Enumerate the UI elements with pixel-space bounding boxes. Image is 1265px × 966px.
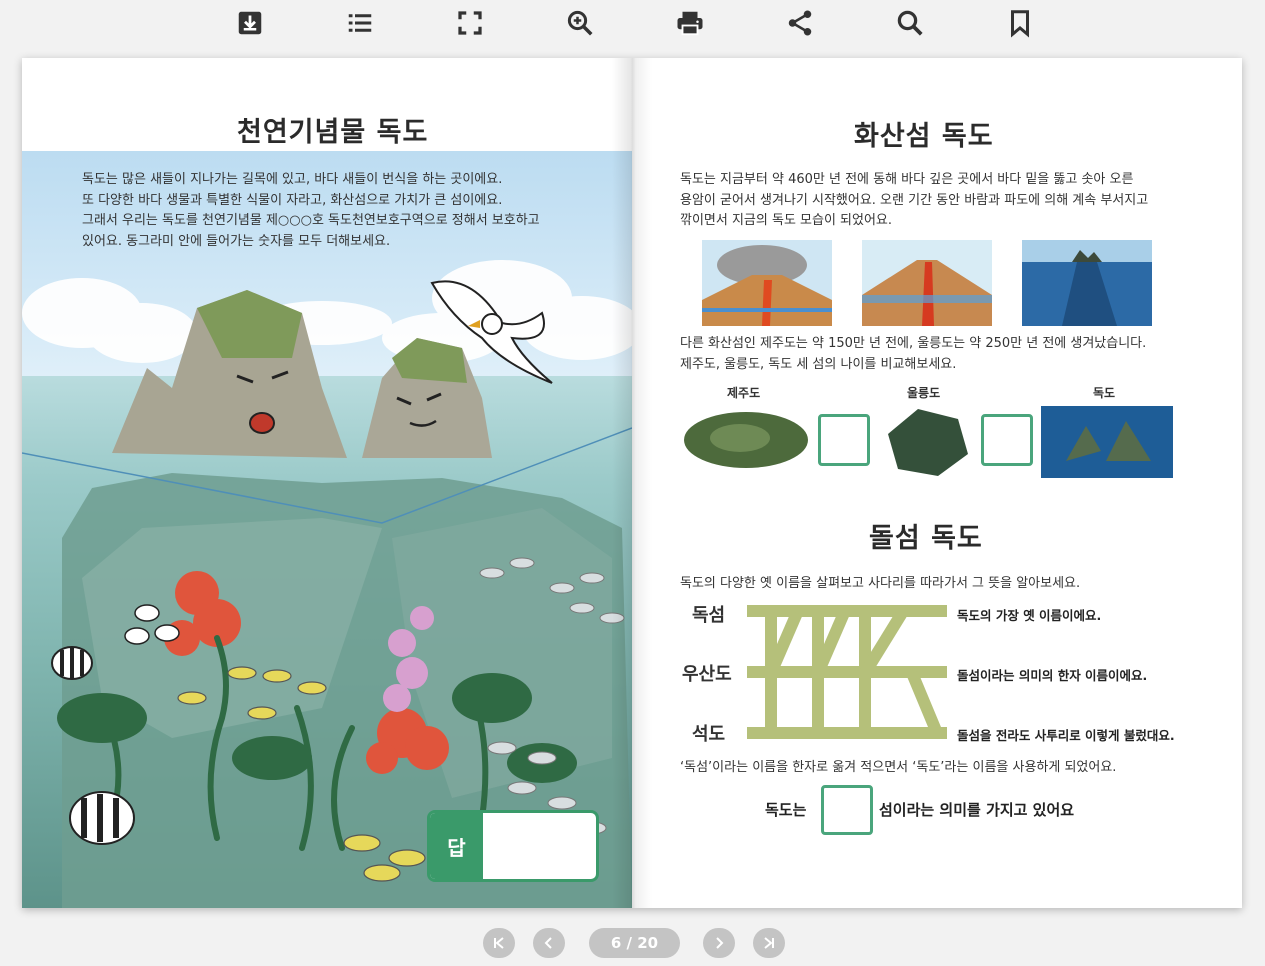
ladder-name-usando: 우산도 <box>682 664 732 685</box>
left-page: 천연기념물 독도 독도는 많은 새들이 지나가는 길목에 있고, 바다 새들이 … <box>22 58 632 908</box>
chevron-left-icon <box>544 937 552 949</box>
ladder-desc-1: 독도의 가장 옛 이름이에요. <box>957 608 1102 623</box>
paragraph-line: 다른 화산섬인 제주도는 약 150만 년 전에, 울릉도는 약 250만 년 … <box>680 336 1147 351</box>
final-sentence-suffix: 섬이라는 의미를 가지고 있어요 <box>879 801 1075 819</box>
paragraph-line: 독도는 많은 새들이 지나가는 길목에 있고, 바다 새들이 번식을 하는 곳이… <box>82 172 503 187</box>
table-of-contents-icon[interactable] <box>343 6 377 40</box>
paragraph-line: 그래서 우리는 독도를 천연기념물 제○○○호 독도천연보호구역으로 정해서 보… <box>82 213 540 228</box>
island-underwater-illustration <box>1022 240 1152 326</box>
dokdo-island-image <box>1041 406 1173 478</box>
island-label-jeju: 제주도 <box>727 386 761 400</box>
next-page-button[interactable] <box>703 928 735 958</box>
right-page: 화산섬 독도 독도는 지금부터 약 460만 년 전에 동해 바다 깊은 곳에서… <box>632 58 1242 908</box>
share-icon[interactable] <box>783 6 817 40</box>
last-page-icon <box>764 937 774 949</box>
age-compare-box-2[interactable] <box>981 414 1033 466</box>
intro-paragraph: 독도는 많은 새들이 지나가는 길목에 있고, 바다 새들이 번식을 하는 곳이… <box>82 170 540 252</box>
fullscreen-icon[interactable] <box>453 6 487 40</box>
island-age-paragraph: 다른 화산섬인 제주도는 약 150만 년 전에, 울릉도는 약 250만 년 … <box>680 334 1146 375</box>
final-answer-box[interactable] <box>821 785 873 835</box>
answer-input-box[interactable]: 답 <box>427 810 599 882</box>
island-label-ulleung: 울릉도 <box>907 386 941 400</box>
paragraph-line: 독도는 지금부터 약 460만 년 전에 동해 바다 깊은 곳에서 바다 밑을 … <box>680 172 1134 187</box>
paragraph-line: 또 다양한 바다 생물과 특별한 식물이 자라고, 화산섬으로 가치가 큰 섬이… <box>82 192 503 208</box>
name-origin-note: ‘독섬’이라는 이름을 한자로 옮겨 적으면서 ‘독도’라는 이름을 사용하게 … <box>680 760 1117 775</box>
ulleung-island-image <box>888 409 968 476</box>
page-title: 천연기념물 독도 <box>237 117 429 148</box>
viewer-toolbar <box>0 0 1265 48</box>
volcano-cross-section-illustration <box>862 240 992 326</box>
chevron-right-icon <box>716 937 724 949</box>
first-page-button[interactable] <box>483 928 515 958</box>
print-icon[interactable] <box>673 6 707 40</box>
bookmark-icon[interactable] <box>1003 6 1037 40</box>
island-label-dokdo: 독도 <box>1093 386 1116 400</box>
age-compare-box-1[interactable] <box>818 414 870 466</box>
answer-label: 답 <box>430 813 483 879</box>
download-icon[interactable] <box>233 6 267 40</box>
book-spread: 천연기념물 독도 독도는 많은 새들이 지나가는 길목에 있고, 바다 새들이 … <box>22 58 1242 908</box>
paragraph-line: 깎이면서 지금의 독도 모습이 되었어요. <box>680 213 893 228</box>
ladder-desc-3: 돌섬을 전라도 사투리로 이렇게 불렀대요. <box>957 728 1175 743</box>
final-sentence-prefix: 독도는 <box>765 801 807 819</box>
zoom-in-icon[interactable] <box>563 6 597 40</box>
ladder-instruction: 독도의 다양한 옛 이름을 살펴보고 사다리를 따라가서 그 뜻을 알아보세요. <box>680 576 1081 591</box>
section-title-rock: 돌섬 독도 <box>869 523 983 554</box>
paragraph-line: 있어요. 동그라미 안에 들어가는 숫자를 모두 더해보세요. <box>82 233 391 249</box>
ladder-name-dokseom: 독섬 <box>692 605 726 626</box>
volcano-eruption-illustration <box>702 240 832 326</box>
ladder-game-diagram <box>747 605 947 739</box>
page-indicator: 6 / 20 <box>589 928 680 958</box>
volcanic-paragraph: 독도는 지금부터 약 460만 년 전에 동해 바다 깊은 곳에서 바다 밑을 … <box>680 170 1148 232</box>
previous-page-button[interactable] <box>533 928 565 958</box>
search-icon[interactable] <box>893 6 927 40</box>
paragraph-line: 용암이 굳어서 생겨나기 시작했어요. 오랜 기간 동안 바람과 파도에 의해 … <box>680 192 1149 208</box>
section-title-volcanic: 화산섬 독도 <box>854 121 994 152</box>
ladder-desc-2: 돌섬이라는 의미의 한자 이름이에요. <box>957 668 1148 683</box>
paragraph-line: 제주도, 울릉도, 독도 세 섬의 나이를 비교해보세요. <box>680 356 957 372</box>
jeju-island-image <box>684 412 808 468</box>
last-page-button[interactable] <box>753 928 785 958</box>
ladder-name-seokdo: 석도 <box>692 724 726 745</box>
first-page-icon <box>494 937 504 949</box>
